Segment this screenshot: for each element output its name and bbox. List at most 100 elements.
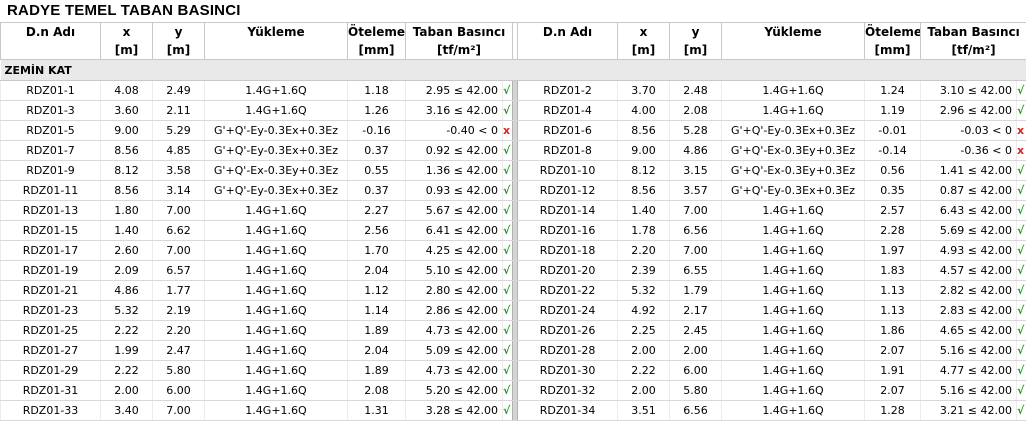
cell-load: 1.4G+1.6Q	[205, 341, 348, 361]
cell-press: 5.20 ≤ 42.00	[406, 381, 503, 401]
cell-disp-right: 1.86	[865, 321, 921, 341]
cell-load: 1.4G+1.6Q	[205, 101, 348, 121]
check-mark-icon: √	[1017, 201, 1026, 221]
table-header: D.n Adı x y Yükleme Öteleme Taban Basınc…	[1, 23, 1026, 60]
cell-load: G'+Q'-Ey-0.3Ex+0.3Ez	[205, 181, 348, 201]
cell-y: 6.00	[153, 381, 205, 401]
cell-press: 0.92 ≤ 42.00	[406, 141, 503, 161]
cell-name: RDZ01-21	[1, 281, 101, 301]
cell-disp: 1.31	[348, 401, 406, 421]
pressure-table: D.n Adı x y Yükleme Öteleme Taban Basınc…	[0, 22, 1026, 421]
cell-disp-right: 1.19	[865, 101, 921, 121]
cell-press-right: -0.36 < 0	[921, 141, 1017, 161]
check-mark-icon: √	[1017, 221, 1026, 241]
cell-name: RDZ01-17	[1, 241, 101, 261]
cell-press-right: 2.82 ≤ 42.00	[921, 281, 1017, 301]
cell-y-right: 5.80	[670, 381, 722, 401]
cell-disp-right: 1.28	[865, 401, 921, 421]
cell-disp-right: -0.01	[865, 121, 921, 141]
table-row: RDZ01-98.123.58G'+Q'-Ex-0.3Ey+0.3Ez0.551…	[1, 161, 1026, 181]
cell-y: 5.80	[153, 361, 205, 381]
table-row: RDZ01-118.563.14G'+Q'-Ey-0.3Ex+0.3Ez0.37…	[1, 181, 1026, 201]
cell-y-right: 3.57	[670, 181, 722, 201]
cell-name-right: RDZ01-6	[518, 121, 618, 141]
cell-press-right: 0.87 ≤ 42.00	[921, 181, 1017, 201]
cell-x-right: 9.00	[618, 141, 670, 161]
cell-load: G'+Q'-Ex-0.3Ey+0.3Ez	[205, 161, 348, 181]
cell-name-right: RDZ01-8	[518, 141, 618, 161]
cross-mark-icon: x	[503, 121, 513, 141]
cell-x-right: 3.70	[618, 81, 670, 101]
cell-load: G'+Q'-Ey-0.3Ex+0.3Ez	[205, 141, 348, 161]
check-mark-icon: √	[1017, 301, 1026, 321]
cell-name: RDZ01-23	[1, 301, 101, 321]
header-load-unit-right	[722, 41, 865, 60]
cell-press-right: 5.16 ≤ 42.00	[921, 381, 1017, 401]
check-mark-icon: √	[1017, 281, 1026, 301]
table-row: RDZ01-151.406.621.4G+1.6Q2.566.41 ≤ 42.0…	[1, 221, 1026, 241]
report-title: RADYE TEMEL TABAN BASINCI	[0, 0, 1026, 22]
header-press: Taban Basıncı	[406, 23, 513, 42]
header-disp-unit: [mm]	[348, 41, 406, 60]
cell-disp: -0.16	[348, 121, 406, 141]
cell-press-right: 2.83 ≤ 42.00	[921, 301, 1017, 321]
cell-load: 1.4G+1.6Q	[205, 221, 348, 241]
cell-x-right: 4.92	[618, 301, 670, 321]
cell-x-right: 2.00	[618, 341, 670, 361]
cell-name-right: RDZ01-20	[518, 261, 618, 281]
cell-press-right: 5.69 ≤ 42.00	[921, 221, 1017, 241]
cell-y-right: 4.86	[670, 141, 722, 161]
header-press-right: Taban Basıncı	[921, 23, 1026, 42]
table-row: RDZ01-192.096.571.4G+1.6Q2.045.10 ≤ 42.0…	[1, 261, 1026, 281]
cell-load: 1.4G+1.6Q	[205, 281, 348, 301]
cell-name: RDZ01-29	[1, 361, 101, 381]
check-mark-icon: √	[1017, 161, 1026, 181]
cell-x: 2.60	[101, 241, 153, 261]
cell-disp: 0.55	[348, 161, 406, 181]
cell-press: 2.95 ≤ 42.00	[406, 81, 503, 101]
cell-y: 1.77	[153, 281, 205, 301]
cell-name: RDZ01-5	[1, 121, 101, 141]
cell-x: 8.56	[101, 141, 153, 161]
cell-load-right: 1.4G+1.6Q	[722, 341, 865, 361]
cell-disp: 1.12	[348, 281, 406, 301]
cell-disp-right: 1.97	[865, 241, 921, 261]
cell-disp: 1.18	[348, 81, 406, 101]
table-row: RDZ01-131.807.001.4G+1.6Q2.275.67 ≤ 42.0…	[1, 201, 1026, 221]
cell-y-right: 6.56	[670, 221, 722, 241]
cell-press-right: 2.96 ≤ 42.00	[921, 101, 1017, 121]
cell-press: 4.25 ≤ 42.00	[406, 241, 503, 261]
cell-load: G'+Q'-Ey-0.3Ex+0.3Ez	[205, 121, 348, 141]
cell-load-right: G'+Q'-Ey-0.3Ex+0.3Ez	[722, 181, 865, 201]
cell-y: 7.00	[153, 401, 205, 421]
cell-press-right: 3.10 ≤ 42.00	[921, 81, 1017, 101]
header-y: y	[153, 23, 205, 42]
cell-x: 3.40	[101, 401, 153, 421]
cell-y: 4.85	[153, 141, 205, 161]
cell-y: 6.57	[153, 261, 205, 281]
header-disp-unit-right: [mm]	[865, 41, 921, 60]
cell-name-right: RDZ01-28	[518, 341, 618, 361]
cell-disp-right: 1.83	[865, 261, 921, 281]
cell-y: 7.00	[153, 201, 205, 221]
table-row: RDZ01-33.602.111.4G+1.6Q1.263.16 ≤ 42.00…	[1, 101, 1026, 121]
table-row: RDZ01-59.005.29G'+Q'-Ey-0.3Ex+0.3Ez-0.16…	[1, 121, 1026, 141]
header-name: D.n Adı	[1, 23, 101, 42]
cell-y-right: 5.28	[670, 121, 722, 141]
cell-x: 1.40	[101, 221, 153, 241]
check-mark-icon: √	[1017, 101, 1026, 121]
check-mark-icon: √	[1017, 81, 1026, 101]
cell-disp-right: 1.91	[865, 361, 921, 381]
cell-press-right: 5.16 ≤ 42.00	[921, 341, 1017, 361]
cell-x-right: 2.22	[618, 361, 670, 381]
cell-x-right: 4.00	[618, 101, 670, 121]
check-mark-icon: √	[1017, 261, 1026, 281]
cross-mark-icon: x	[1017, 121, 1026, 141]
header-x-unit: [m]	[101, 41, 153, 60]
header-press-unit-right: [tf/m²]	[921, 41, 1026, 60]
cell-press-right: 1.41 ≤ 42.00	[921, 161, 1017, 181]
cell-name-right: RDZ01-24	[518, 301, 618, 321]
cell-disp-right: 1.13	[865, 281, 921, 301]
cell-y-right: 1.79	[670, 281, 722, 301]
header-load-right: Yükleme	[722, 23, 865, 42]
